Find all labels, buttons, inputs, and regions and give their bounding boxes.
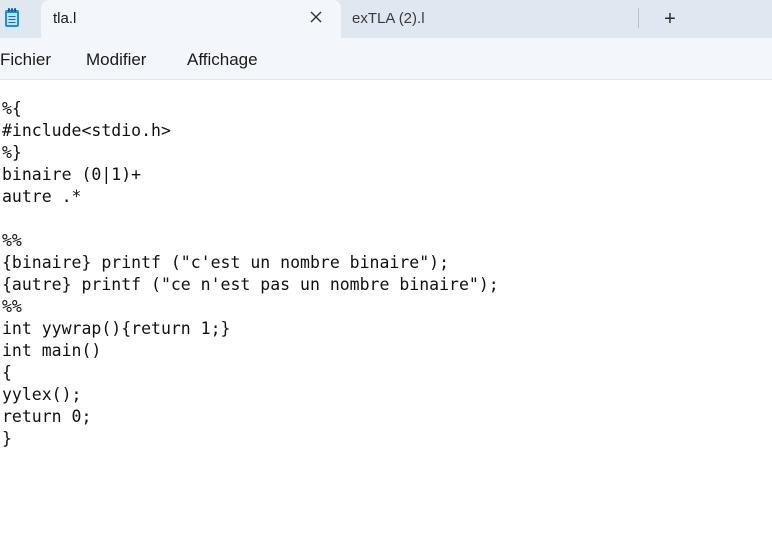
tab-extla-2-l[interactable]: exTLA (2).l bbox=[341, 0, 639, 38]
code-line: {autre} printf ("ce n'est pas un nombre … bbox=[2, 275, 499, 294]
tab-label: tla.l bbox=[53, 10, 77, 27]
menu-fichier[interactable]: Fichier bbox=[0, 50, 51, 70]
code-line: binaire (0|1)+ bbox=[2, 165, 142, 184]
tab-separator bbox=[638, 8, 639, 28]
code-line: %} bbox=[2, 143, 22, 162]
code-line: } bbox=[2, 429, 12, 448]
notepad-icon bbox=[4, 8, 20, 28]
code-line: return 0; bbox=[2, 407, 92, 426]
tab-bar: tla.l exTLA (2).l + bbox=[0, 0, 772, 38]
text-editor[interactable]: %{ #include<stdio.h> %} binaire (0|1)+ a… bbox=[0, 80, 772, 544]
code-line: yylex(); bbox=[2, 385, 82, 404]
menu-modifier[interactable]: Modifier bbox=[86, 50, 146, 70]
close-icon[interactable] bbox=[309, 10, 323, 24]
code-line: %% bbox=[2, 231, 22, 250]
code-line: autre .* bbox=[2, 187, 82, 206]
tab-label: exTLA (2).l bbox=[352, 10, 425, 27]
code-line: %% bbox=[2, 297, 22, 316]
code-line: {binaire} printf ("c'est un nombre binai… bbox=[2, 253, 450, 272]
code-line: int main() bbox=[2, 341, 102, 360]
menu-bar: Fichier Modifier Affichage bbox=[0, 38, 772, 80]
tab-tla-l[interactable]: tla.l bbox=[41, 0, 341, 38]
code-line: { bbox=[2, 363, 12, 382]
code-line: %{ bbox=[2, 99, 22, 118]
code-line: #include<stdio.h> bbox=[2, 121, 171, 140]
menu-affichage[interactable]: Affichage bbox=[187, 50, 258, 70]
code-line: int yywrap(){return 1;} bbox=[2, 319, 231, 338]
plus-icon[interactable]: + bbox=[660, 9, 680, 29]
